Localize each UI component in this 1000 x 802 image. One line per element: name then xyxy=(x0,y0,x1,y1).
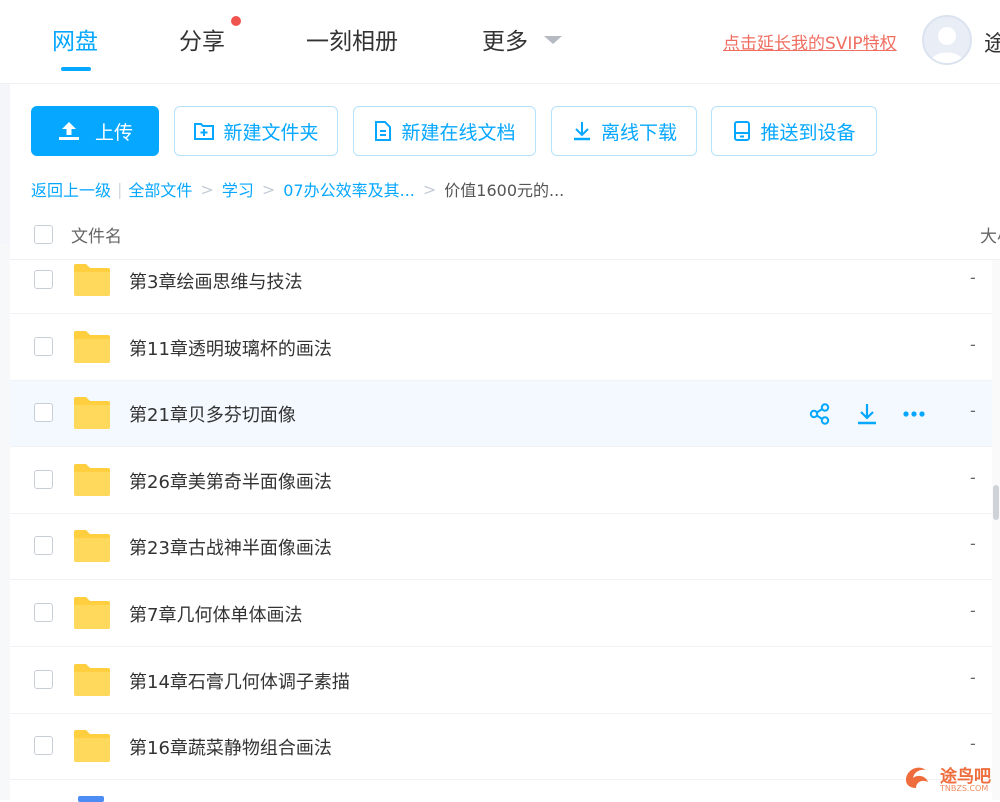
folder-icon xyxy=(74,730,110,762)
row-checkbox[interactable] xyxy=(34,536,53,555)
breadcrumb-back[interactable]: 返回上一级 xyxy=(31,177,111,201)
file-name[interactable]: 第16章蔬菜静物组合画法 xyxy=(129,734,332,760)
table-row[interactable]: 第26章美第奇半面像画法 - xyxy=(10,448,1000,514)
file-name[interactable]: 第21章贝多芬切面像 xyxy=(129,401,296,427)
tab-netdisk[interactable]: 网盘 xyxy=(52,22,98,56)
tab-share[interactable]: 分享 xyxy=(179,22,225,56)
breadcrumb-item[interactable]: 全部文件 xyxy=(128,177,192,201)
new-folder-button[interactable]: 新建文件夹 xyxy=(174,106,338,156)
document-icon xyxy=(373,120,393,142)
row-checkbox[interactable] xyxy=(34,603,53,622)
table-row[interactable]: 第7章几何体单体画法 - xyxy=(10,581,1000,647)
upload-label: 上传 xyxy=(94,121,133,144)
more-options-icon[interactable] xyxy=(900,400,927,427)
svip-renew-link[interactable]: 点击延长我的SVIP特权 xyxy=(723,29,897,54)
file-size: - xyxy=(970,734,976,753)
bird-logo-icon xyxy=(906,767,928,788)
file-size: - xyxy=(970,268,976,287)
device-icon xyxy=(732,120,752,142)
breadcrumb-divider: | xyxy=(117,179,123,199)
table-row[interactable]: 第16章蔬菜静物组合画法 - xyxy=(10,714,1000,780)
push-to-device-button[interactable]: 推送到设备 xyxy=(711,106,877,156)
notification-dot xyxy=(231,16,241,26)
file-name[interactable]: 第26章美第奇半面像画法 xyxy=(129,468,332,494)
offline-download-button[interactable]: 离线下载 xyxy=(551,106,697,156)
folder-icon xyxy=(74,264,110,296)
row-checkbox[interactable] xyxy=(34,670,53,689)
new-folder-label: 新建文件夹 xyxy=(223,121,319,144)
chevron-down-icon[interactable] xyxy=(544,36,562,44)
file-size: - xyxy=(970,468,976,487)
folder-icon xyxy=(74,464,110,496)
row-actions xyxy=(806,400,927,427)
file-name[interactable]: 第7章几何体单体画法 xyxy=(129,601,302,627)
table-row[interactable]: 第23章古战神半面像画法 - xyxy=(10,514,1000,580)
folder-icon xyxy=(74,331,110,363)
upload-icon xyxy=(57,120,81,142)
folder-icon xyxy=(74,530,110,562)
user-avatar-icon xyxy=(930,27,964,63)
partial-file-icon xyxy=(78,796,104,802)
breadcrumb-item[interactable]: 07办公效率及其... xyxy=(283,177,415,201)
top-nav: 网盘 分享 一刻相册 更多 点击延长我的SVIP特权 途 xyxy=(0,0,1000,84)
breadcrumb-current: 价值1600元的... xyxy=(444,181,565,200)
scrollbar-track[interactable] xyxy=(992,260,1000,800)
row-checkbox[interactable] xyxy=(34,470,53,489)
tab-more[interactable]: 更多 xyxy=(482,22,528,56)
offline-download-label: 离线下载 xyxy=(600,121,677,144)
file-size: - xyxy=(970,601,976,620)
file-size: - xyxy=(970,401,976,420)
new-online-doc-button[interactable]: 新建在线文档 xyxy=(353,106,536,156)
watermark-domain: TNBZS.COM xyxy=(940,784,989,793)
table-row[interactable]: 第11章透明玻璃杯的画法 - xyxy=(10,315,1000,381)
sidebar-edge-lower xyxy=(0,244,10,800)
file-name[interactable]: 第3章绘画思维与技法 xyxy=(129,268,302,294)
upload-button[interactable]: 上传 xyxy=(31,106,159,156)
file-size: - xyxy=(970,335,976,354)
chevron-right-icon: > xyxy=(422,179,437,199)
file-size: - xyxy=(970,534,976,553)
watermark-logo: 途鸟吧 TNBZS.COM xyxy=(900,760,996,798)
folder-icon xyxy=(74,664,110,696)
username[interactable]: 途 xyxy=(984,26,1000,58)
table-row[interactable]: 第21章贝多芬切面像 - xyxy=(10,381,1000,447)
new-online-doc-label: 新建在线文档 xyxy=(401,121,516,144)
folder-icon xyxy=(74,397,110,429)
table-row[interactable]: 第14章石膏几何体调子素描 - xyxy=(10,648,1000,714)
chevron-right-icon: > xyxy=(200,179,214,199)
file-name[interactable]: 第11章透明玻璃杯的画法 xyxy=(129,335,332,361)
push-to-device-label: 推送到设备 xyxy=(760,121,856,144)
file-name[interactable]: 第23章古战神半面像画法 xyxy=(129,534,332,560)
select-all-checkbox[interactable] xyxy=(34,225,53,244)
share-icon[interactable] xyxy=(806,400,833,427)
download-icon xyxy=(571,120,593,142)
scrollbar-thumb[interactable] xyxy=(993,485,999,520)
sidebar-edge xyxy=(0,84,10,244)
row-checkbox[interactable] xyxy=(34,736,53,755)
breadcrumb: 返回上一级 | 全部文件 > 学习 > 07办公效率及其... > 价值1600… xyxy=(31,177,564,201)
download-icon[interactable] xyxy=(853,400,880,427)
table-row[interactable]: 第3章绘画思维与技法 - xyxy=(10,248,1000,314)
folder-plus-icon xyxy=(193,120,215,142)
column-header-size[interactable]: 大小 xyxy=(980,222,1000,247)
row-checkbox[interactable] xyxy=(34,337,53,356)
tab-album[interactable]: 一刻相册 xyxy=(306,22,398,56)
row-checkbox[interactable] xyxy=(34,270,53,289)
chevron-right-icon: > xyxy=(261,179,276,199)
file-size: - xyxy=(970,668,976,687)
folder-icon xyxy=(74,597,110,629)
avatar[interactable] xyxy=(922,15,972,65)
column-header-name[interactable]: 文件名 xyxy=(71,222,122,247)
file-name[interactable]: 第14章石膏几何体调子素描 xyxy=(129,668,350,694)
active-tab-indicator xyxy=(61,67,91,71)
row-checkbox[interactable] xyxy=(34,403,53,422)
breadcrumb-item[interactable]: 学习 xyxy=(222,177,254,201)
